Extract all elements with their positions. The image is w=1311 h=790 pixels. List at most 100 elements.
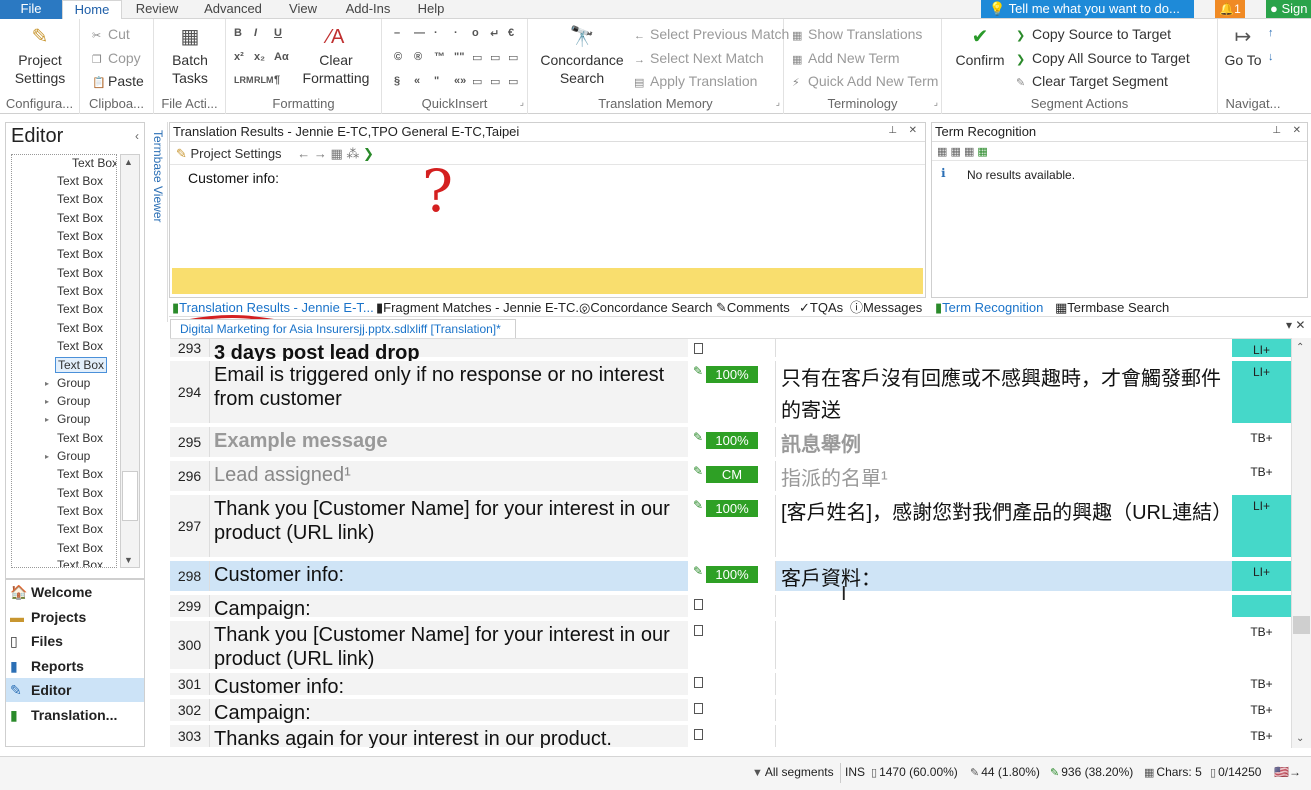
- tab-home[interactable]: Home: [62, 0, 122, 20]
- editor-scrollbar[interactable]: ⌃ ⌄: [1291, 338, 1311, 748]
- copy-button[interactable]: ❐ Copy: [92, 49, 141, 69]
- segment-row[interactable]: 298 Customer info: ✎ 100% 客戶資料： LI+: [170, 561, 1291, 593]
- clear-target-segment-button[interactable]: ✎ Clear Target Segment: [1016, 72, 1168, 92]
- segment-row[interactable]: 302 Campaign: TB+: [170, 699, 1291, 724]
- termbase-viewer-tab[interactable]: Termbase Viewer: [148, 122, 168, 322]
- alerts-button[interactable]: 🔔1: [1215, 0, 1245, 18]
- close-icon[interactable]: ✕: [1293, 125, 1301, 136]
- italic-icon[interactable]: I: [254, 27, 257, 39]
- trademark-icon[interactable]: ™: [434, 51, 445, 63]
- tag2-icon[interactable]: ▭: [490, 51, 500, 64]
- source-cell[interactable]: Thanks again for your interest in our pr…: [210, 725, 688, 748]
- tab-file[interactable]: File: [0, 0, 62, 19]
- tree-node[interactable]: Text Box: [57, 558, 103, 567]
- pin-icon[interactable]: ⊥: [1272, 125, 1281, 136]
- tree-node[interactable]: Text Box: [57, 302, 103, 316]
- termbase-icon[interactable]: ▦: [937, 146, 947, 158]
- subscript-icon[interactable]: x₂: [254, 51, 265, 63]
- language-flag-icon[interactable]: 🇺🇸→: [1274, 765, 1301, 779]
- sign-in-button[interactable]: ● Sign in: [1266, 0, 1311, 18]
- tag-icon[interactable]: ▭: [472, 51, 482, 64]
- tag6-icon[interactable]: ▭: [508, 75, 518, 88]
- compare-icon[interactable]: ▦: [330, 146, 342, 161]
- dialog-launcher-icon[interactable]: ⌟: [776, 97, 780, 108]
- pin-icon[interactable]: ⊥: [888, 125, 897, 136]
- quote-marks-icon[interactable]: "": [454, 51, 464, 63]
- concordance-search-button[interactable]: 🔭 Concordance Search: [534, 25, 630, 87]
- dialog-launcher-icon[interactable]: ⌟: [520, 97, 524, 108]
- nav-item-translation[interactable]: ▮ Translation...: [6, 703, 144, 727]
- tag3-icon[interactable]: ▭: [508, 51, 518, 64]
- quote-icon[interactable]: ·: [434, 27, 438, 39]
- tab-termbase-search[interactable]: ▦Termbase Search: [1055, 299, 1169, 316]
- em-dash-icon[interactable]: —: [414, 27, 425, 39]
- document-tab[interactable]: Digital Marketing for Asia Insurersjj.pp…: [170, 319, 516, 338]
- arrow-down-icon[interactable]: ↓: [1268, 51, 1274, 63]
- segment-row[interactable]: 303 Thanks again for your interest in our…: [170, 725, 1291, 748]
- section-icon[interactable]: §: [394, 75, 400, 87]
- tree-node[interactable]: Text Box: [57, 211, 103, 225]
- source-cell[interactable]: Example message: [210, 427, 688, 457]
- target-cell[interactable]: [776, 725, 1232, 747]
- clear-formatting-button[interactable]: ⁄A Clear Formatting: [298, 25, 374, 87]
- tree-node[interactable]: Group: [57, 376, 90, 390]
- source-cell[interactable]: Email is triggered only if no response o…: [210, 361, 688, 423]
- dialog-launcher-icon[interactable]: ⌟: [934, 97, 938, 108]
- expand-arrow-icon[interactable]: ▸: [45, 379, 49, 388]
- tree-scroll-thumb[interactable]: [122, 471, 138, 521]
- tab-fragment-matches[interactable]: ▮Fragment Matches - Jennie E-TC...: [376, 299, 586, 316]
- copy-source-to-target-button[interactable]: ❯ Copy Source to Target: [1016, 25, 1171, 45]
- underline-icon[interactable]: U: [274, 27, 282, 39]
- batch-tasks-button[interactable]: ▦ Batch Tasks: [162, 25, 218, 87]
- nav-item-reports[interactable]: ▮ Reports: [6, 654, 144, 678]
- termbase2-icon[interactable]: ▦: [950, 146, 960, 158]
- expand-arrow-icon[interactable]: ▸: [45, 397, 49, 406]
- segment-row[interactable]: 295 Example message ✎ 100% 訊息舉例 TB+: [170, 427, 1291, 459]
- bold-icon[interactable]: B: [234, 27, 242, 39]
- tree-node[interactable]: Text Box: [57, 266, 103, 280]
- segment-row[interactable]: 297 Thank you [Customer Name] for your in…: [170, 495, 1291, 559]
- tab-advanced[interactable]: Advanced: [196, 0, 270, 19]
- source-cell[interactable]: Thank you [Customer Name] for your inter…: [210, 621, 688, 670]
- segment-row[interactable]: 299 Campaign:: [170, 595, 1291, 620]
- select-next-match-button[interactable]: → Select Next Match: [634, 49, 764, 69]
- tree-node[interactable]: Text Box: [57, 192, 103, 206]
- source-cell[interactable]: 3 days post lead drop: [210, 339, 688, 364]
- termbase3-icon[interactable]: ▦: [964, 146, 974, 158]
- paste-button[interactable]: 📋 Paste: [92, 72, 144, 92]
- dash-icon[interactable]: –: [394, 27, 400, 39]
- project-settings-button[interactable]: ✎ Project Settings: [6, 25, 74, 87]
- tree-scrollbar[interactable]: ▲ ▼: [120, 154, 140, 568]
- nav-item-projects[interactable]: ▬ Projects: [6, 605, 144, 629]
- target-cell[interactable]: [776, 699, 1232, 721]
- scroll-up-icon[interactable]: ⌃: [1296, 342, 1304, 353]
- project-settings-icon[interactable]: ✎: [176, 146, 191, 161]
- tab-review[interactable]: Review: [126, 0, 188, 19]
- tree-node[interactable]: Text Box: [57, 284, 103, 298]
- target-cell[interactable]: [776, 621, 1232, 669]
- tab-comments[interactable]: ✎Comments: [716, 299, 790, 316]
- segment-filter[interactable]: ▼ All segments: [752, 765, 834, 779]
- tag4-icon[interactable]: ▭: [472, 75, 482, 88]
- expand-arrow-icon[interactable]: ▸: [45, 415, 49, 424]
- tag5-icon[interactable]: ▭: [490, 75, 500, 88]
- ltr-icon[interactable]: LRM: [234, 75, 254, 85]
- tab-messages[interactable]: ⓘMessages: [850, 299, 922, 316]
- nav-item-files[interactable]: ▯ Files: [6, 629, 144, 653]
- tree-node[interactable]: Group: [57, 449, 90, 463]
- guillemet-icon[interactable]: «»: [454, 75, 466, 87]
- target-cell[interactable]: 只有在客戶沒有回應或不感興趣時，才會觸發郵件的寄送: [776, 361, 1232, 423]
- tree-node[interactable]: Text Box: [57, 229, 103, 243]
- insert-mode[interactable]: INS: [845, 765, 865, 779]
- close-document-icon[interactable]: ▾ ✕: [1286, 318, 1305, 332]
- quick-add-new-term-button[interactable]: ⚡ Quick Add New Term: [792, 72, 938, 92]
- pilcrow-icon[interactable]: ¶: [274, 74, 280, 86]
- tab-concordance-search[interactable]: ◎Concordance Search: [579, 299, 712, 316]
- tell-me-search[interactable]: 💡 Tell me what you want to do...: [981, 0, 1194, 18]
- segment-row[interactable]: 300 Thank you [Customer Name] for your in…: [170, 621, 1291, 671]
- tree-node[interactable]: Text Box: [57, 431, 103, 445]
- target-cell[interactable]: [776, 339, 1232, 357]
- tree-node[interactable]: Text Box: [57, 541, 103, 555]
- scroll-down-icon[interactable]: ⌄: [1296, 733, 1304, 744]
- source-cell[interactable]: Campaign:: [210, 699, 688, 724]
